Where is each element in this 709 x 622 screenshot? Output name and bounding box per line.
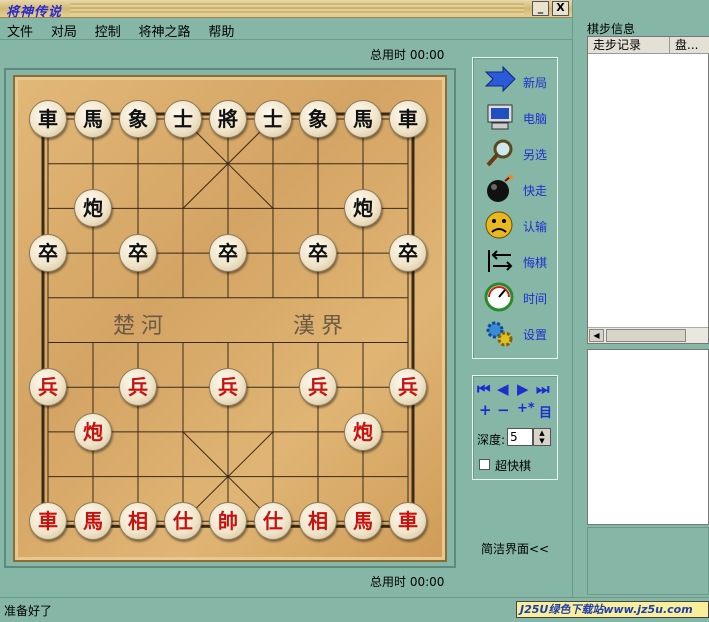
black-piece[interactable]: 卒 xyxy=(119,234,157,273)
black-piece[interactable]: 卒 xyxy=(209,234,247,273)
fast-game-checkbox[interactable] xyxy=(479,459,490,470)
prev-move-button[interactable]: ◀ xyxy=(497,380,509,398)
red-piece[interactable]: 炮 xyxy=(74,412,112,451)
black-piece[interactable]: 車 xyxy=(389,100,427,138)
list-button[interactable]: 目 xyxy=(539,402,552,421)
top-timer: 总用时 00:00 xyxy=(370,48,445,62)
black-piece[interactable]: 車 xyxy=(29,100,67,138)
scroll-left-icon[interactable]: ◀ xyxy=(589,329,604,342)
red-piece[interactable]: 兵 xyxy=(299,368,337,407)
red-piece[interactable]: 兵 xyxy=(119,368,157,407)
black-piece[interactable]: 卒 xyxy=(389,234,427,273)
menu-control[interactable]: 控制 xyxy=(88,18,128,40)
resign-button[interactable]: 认输 xyxy=(483,210,555,240)
board-grid xyxy=(41,112,415,528)
minimize-button[interactable]: _ xyxy=(532,1,549,16)
black-piece[interactable]: 馬 xyxy=(344,100,382,138)
panel-divider xyxy=(572,0,586,622)
undo-arrows-icon xyxy=(483,246,517,276)
new-game-button[interactable]: 新局 xyxy=(483,65,555,96)
red-piece[interactable]: 兵 xyxy=(209,368,247,407)
fast-game-label: 超快棋 xyxy=(495,459,532,473)
toolbar-panel: 新局 电脑 另选 快走 认输 悔棋 时间 设置 xyxy=(472,57,558,359)
gears-icon xyxy=(483,318,517,348)
red-piece[interactable]: 炮 xyxy=(344,412,382,451)
arrow-icon xyxy=(483,65,517,96)
menu-game[interactable]: 对局 xyxy=(44,18,84,40)
simple-ui-button[interactable]: 简洁界面<< xyxy=(481,540,549,557)
add-button[interactable]: + xyxy=(479,401,492,419)
red-piece[interactable]: 兵 xyxy=(389,368,427,407)
info-area xyxy=(587,527,709,595)
depth-spinner[interactable]: ▲ ▼ xyxy=(533,428,551,446)
bottom-timer: 总用时 00:00 xyxy=(370,575,445,589)
sad-face-icon xyxy=(483,210,517,240)
black-piece[interactable]: 士 xyxy=(254,100,292,138)
black-piece[interactable]: 將 xyxy=(209,100,247,138)
clock-icon xyxy=(483,282,517,312)
computer-icon xyxy=(483,102,517,132)
time-button[interactable]: 时间 xyxy=(483,282,555,312)
black-piece[interactable]: 象 xyxy=(299,100,337,138)
black-piece[interactable]: 卒 xyxy=(299,234,337,273)
column-header-moves[interactable]: 走步记录 xyxy=(588,37,670,54)
title-bar: 将神传说 _ X xyxy=(0,0,572,20)
title-stripe xyxy=(70,3,524,15)
river-label-han: 漢界 xyxy=(293,314,350,339)
settings-button[interactable]: 设置 xyxy=(483,318,555,348)
add-star-button[interactable]: +* xyxy=(517,401,535,416)
black-piece[interactable]: 士 xyxy=(164,100,202,138)
column-header-board[interactable]: 盘... xyxy=(670,37,709,54)
next-move-button[interactable]: ▶ xyxy=(517,380,529,398)
navigation-panel: ⏮ ◀ ▶ ⏭ + − +* 目 深度: 5 ▲ ▼ 超快棋 xyxy=(472,375,558,480)
status-text: 准备好了 xyxy=(4,604,53,618)
close-button[interactable]: X xyxy=(552,1,569,16)
horizontal-scrollbar[interactable]: ◀ xyxy=(588,327,708,343)
move-list[interactable]: 走步记录 盘... ◀ xyxy=(587,36,709,344)
select-button[interactable]: 另选 xyxy=(483,138,555,168)
river-label-chu: 楚河 xyxy=(113,314,170,339)
black-piece[interactable]: 象 xyxy=(119,100,157,138)
depth-label: 深度: xyxy=(477,433,506,447)
red-piece[interactable]: 兵 xyxy=(29,368,67,407)
computer-button[interactable]: 电脑 xyxy=(483,102,555,132)
last-move-button[interactable]: ⏭ xyxy=(536,380,550,398)
undo-button[interactable]: 悔棋 xyxy=(483,246,555,276)
depth-field[interactable]: 5 xyxy=(507,428,533,446)
remove-button[interactable]: − xyxy=(497,401,510,419)
menu-file[interactable]: 文件 xyxy=(0,18,40,40)
menu-help[interactable]: 帮助 xyxy=(201,18,241,40)
menu-bar: 文件 对局 控制 将神之路 帮助 xyxy=(0,18,572,40)
first-move-button[interactable]: ⏮ xyxy=(477,380,491,398)
magnifier-icon xyxy=(483,138,517,168)
black-piece[interactable]: 馬 xyxy=(74,100,112,138)
bomb-icon xyxy=(483,174,517,204)
menu-path[interactable]: 将神之路 xyxy=(132,18,198,40)
black-piece[interactable]: 卒 xyxy=(29,234,67,273)
notes-area[interactable] xyxy=(587,349,709,525)
moves-panel-title: 棋步信息 xyxy=(587,22,636,36)
quick-move-button[interactable]: 快走 xyxy=(483,174,555,204)
scroll-thumb[interactable] xyxy=(606,329,686,342)
watermark: J25U绿色下载站www.jz5u.com xyxy=(516,601,709,618)
